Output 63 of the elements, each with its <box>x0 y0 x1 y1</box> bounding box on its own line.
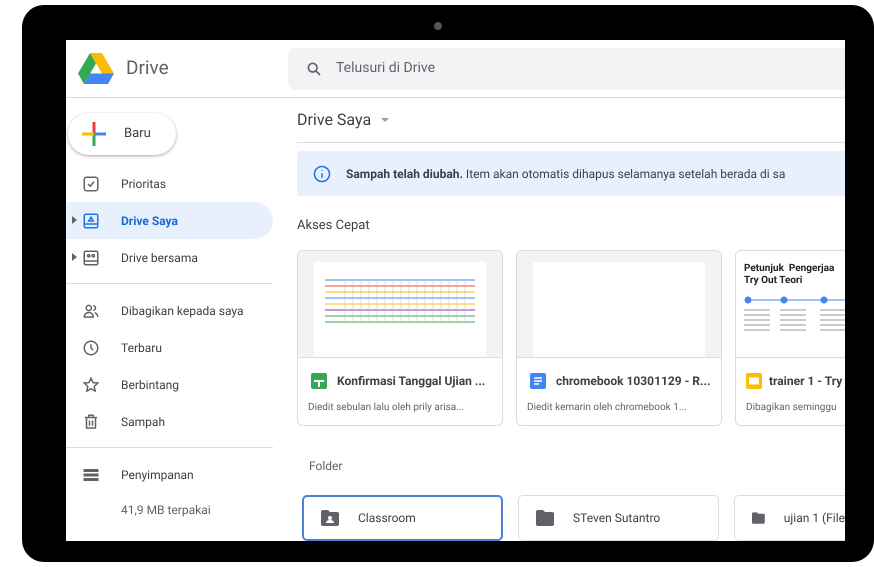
section-heading: Akses Cepat <box>297 217 371 235</box>
sidebar-item[interactable]: Prioritas <box>66 165 273 202</box>
spreadsheet-icon <box>311 372 327 388</box>
search-bar[interactable]: Telusuri di Drive <box>288 48 845 90</box>
sidebar-item-label: Sampah <box>121 414 166 430</box>
file-name: trainer 1 - Try <box>769 372 842 390</box>
section-heading: Folder <box>309 458 344 474</box>
presentation-icon <box>746 372 762 388</box>
sidebar-item-label: Prioritas <box>121 176 166 192</box>
sidebar-item[interactable]: Berbintang <box>66 366 273 403</box>
sidebar-item-label: Terbaru <box>121 340 162 356</box>
file-card[interactable]: Petunjuk Pengerjaa Try Out Teori trainer 1 - Try Dibagikan seminggu <box>735 250 845 426</box>
sidebar-item-label: Dibagikan kepada saya <box>121 302 244 320</box>
page-title: Drive Saya <box>297 109 372 131</box>
expand-arrow-icon[interactable] <box>72 216 76 224</box>
folder-icon <box>536 510 554 526</box>
drive-folder-icon <box>82 212 100 230</box>
file-name: chromebook 10301129 - R... <box>556 372 710 390</box>
sidebar-item[interactable]: Drive bersama <box>66 239 273 276</box>
plus-icon <box>82 122 106 146</box>
sidebar-item[interactable]: Sampah <box>66 403 273 440</box>
dropdown-caret-icon[interactable] <box>381 118 390 122</box>
file-card[interactable]: Konfirmasi Tanggal Ujian ... Diedit sebulan lalu oleh prily arisa... <box>297 250 503 426</box>
star-icon <box>82 376 100 394</box>
shared-drive-icon <box>82 248 100 266</box>
sidebar-item[interactable]: Penyimpanan <box>66 456 273 493</box>
folder-name: Classroom <box>358 510 416 526</box>
folder-item[interactable]: Classroom <box>302 494 503 540</box>
document-icon <box>530 372 546 388</box>
folder-name: STeven Sutantro <box>573 510 660 526</box>
folder-name: ujian 1 (File <box>784 510 845 526</box>
file-detail: Diedit sebulan lalu oleh prily arisa... <box>307 400 466 414</box>
folder-icon <box>752 510 765 526</box>
search-field[interactable]: Telusuri di Drive <box>336 58 845 79</box>
sidebar-item-label: Berbintang <box>121 376 180 394</box>
drive-logo-icon <box>78 53 114 84</box>
trash-icon <box>82 412 100 430</box>
file-name: Konfirmasi Tanggal Ujian ... <box>337 372 486 390</box>
folder-item[interactable]: ujian 1 (File <box>734 494 845 540</box>
people-icon <box>82 302 100 320</box>
clock-icon <box>82 338 100 356</box>
file-detail: Dibagikan seminggu <box>745 400 838 414</box>
sidebar-item[interactable]: Drive Saya <box>66 202 273 239</box>
file-card[interactable]: chromebook 10301129 - R... Diedit kemarin oleh chromebook 1... <box>516 250 722 426</box>
sidebar-item-label: Drive bersama <box>121 250 198 266</box>
slide-title: Petunjuk Pengerjaa <box>744 262 836 275</box>
storage-usage-text: 41,9 MB terpakai <box>121 502 212 519</box>
info-icon <box>313 164 331 182</box>
folder-item[interactable]: STeven Sutantro <box>518 494 719 540</box>
shared-folder-icon <box>321 510 339 526</box>
app-name: Drive <box>126 55 169 82</box>
file-detail: Diedit kemarin oleh chromebook 1... <box>526 400 688 414</box>
sidebar-item[interactable]: Terbaru <box>66 329 273 366</box>
camera-icon <box>434 22 442 30</box>
checkbox-icon <box>82 174 100 192</box>
search-icon <box>306 60 322 76</box>
sidebar-item[interactable]: Dibagikan kepada saya <box>66 292 273 329</box>
sidebar-item-label: Drive Saya <box>121 212 178 230</box>
banner-message: Sampah telah diubah. Item akan otomatis dihapus selamanya setelah berada di sa <box>346 166 786 182</box>
sidebar-item-label: Penyimpanan <box>121 466 194 484</box>
new-button[interactable]: Baru <box>68 113 176 155</box>
slide-subtitle: Try Out Teori <box>744 275 804 288</box>
expand-arrow-icon[interactable] <box>72 252 76 260</box>
